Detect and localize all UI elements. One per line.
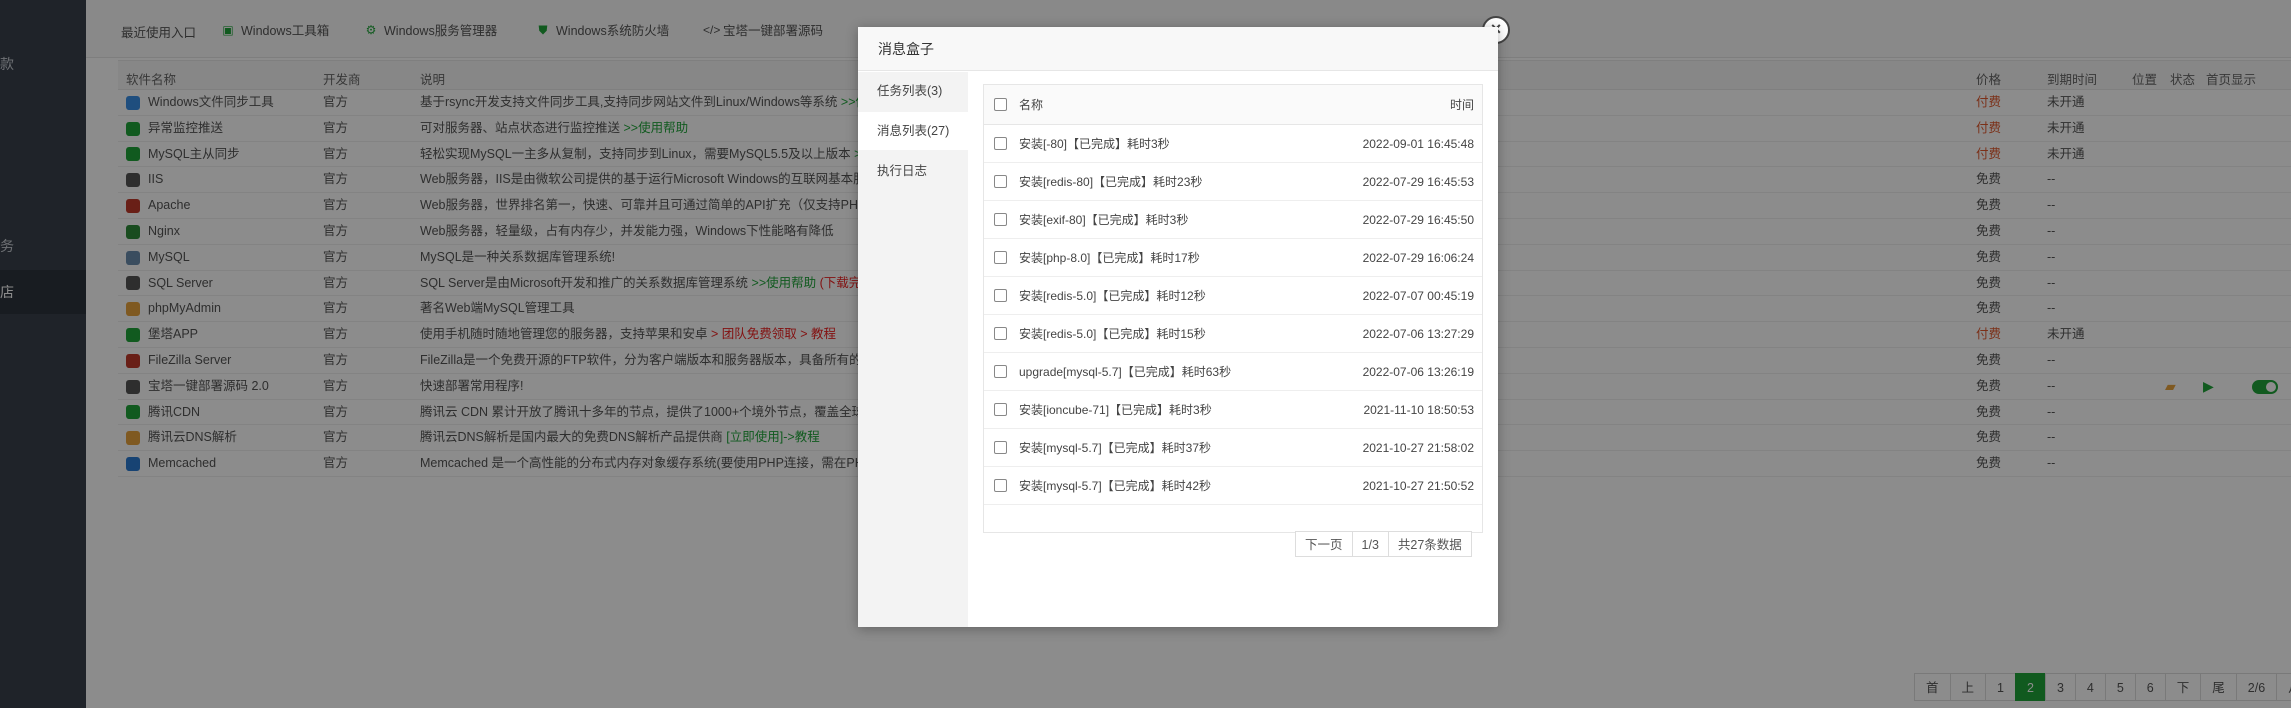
message-box-dialog: 消息盒子 任务列表(3) 消息列表(27) 执行日志 名称 时间 安装[-80]… — [858, 27, 1498, 627]
message-row[interactable]: 安装[php-8.0]【已完成】耗时17秒 2022-07-29 16:06:24 — [984, 239, 1482, 277]
message-time: 2022-07-29 16:45:53 — [1362, 175, 1474, 189]
message-row[interactable]: 安装[redis-5.0]【已完成】耗时15秒 2022-07-06 13:27:… — [984, 315, 1482, 353]
message-table: 名称 时间 安装[-80]【已完成】耗时3秒 2022-09-01 16:45:4… — [983, 84, 1483, 533]
dialog-total-count: 共27条数据 — [1387, 531, 1472, 557]
message-name: 安装[redis-80]【已完成】耗时23秒 — [1019, 175, 1203, 189]
column-name: 名称 — [1019, 98, 1044, 112]
dialog-title: 消息盒子 — [858, 27, 1498, 71]
message-time: 2022-07-06 13:26:19 — [1362, 365, 1474, 379]
message-row[interactable]: 安装[exif-80]【已完成】耗时3秒 2022-07-29 16:45:50 — [984, 201, 1482, 239]
message-time: 2022-07-29 16:45:50 — [1362, 213, 1474, 227]
message-name: 安装[redis-5.0]【已完成】耗时15秒 — [1019, 327, 1206, 341]
select-all-checkbox[interactable] — [994, 98, 1007, 111]
row-checkbox[interactable] — [994, 327, 1007, 340]
message-time: 2022-07-06 13:27:29 — [1362, 327, 1474, 341]
message-time: 2021-11-10 18:50:53 — [1363, 403, 1474, 417]
message-name: 安装[php-8.0]【已完成】耗时17秒 — [1019, 251, 1200, 265]
message-time: 2021-10-27 21:58:02 — [1362, 441, 1474, 455]
message-name: 安装[mysql-5.7]【已完成】耗时42秒 — [1019, 479, 1212, 493]
message-row[interactable]: 安装[mysql-5.7]【已完成】耗时37秒 2021-10-27 21:58:… — [984, 429, 1482, 467]
message-name: 安装[-80]【已完成】耗时3秒 — [1019, 137, 1170, 151]
message-name: 安装[mysql-5.7]【已完成】耗时37秒 — [1019, 441, 1212, 455]
message-name: 安装[ioncube-71]【已完成】耗时3秒 — [1019, 403, 1212, 417]
message-table-header: 名称 时间 — [984, 85, 1482, 125]
column-time: 时间 — [1449, 98, 1474, 112]
message-name: 安装[redis-5.0]【已完成】耗时12秒 — [1019, 289, 1206, 303]
row-checkbox[interactable] — [994, 251, 1007, 264]
row-checkbox[interactable] — [994, 289, 1007, 302]
message-row[interactable]: 安装[ioncube-71]【已完成】耗时3秒 2021-11-10 18:50:… — [984, 391, 1482, 429]
message-time: 2022-09-01 16:45:48 — [1362, 137, 1474, 151]
message-time: 2022-07-29 16:06:24 — [1362, 251, 1474, 265]
dialog-next-page-button[interactable]: 下一页 — [1295, 531, 1353, 557]
row-checkbox[interactable] — [994, 365, 1007, 378]
tab-task-list[interactable]: 任务列表(3) — [858, 72, 968, 110]
dialog-tabs: 任务列表(3) 消息列表(27) 执行日志 — [858, 72, 968, 627]
message-time: 2022-07-07 00:45:19 — [1362, 289, 1474, 303]
row-checkbox[interactable] — [994, 403, 1007, 416]
row-checkbox[interactable] — [994, 175, 1007, 188]
tab-message-list[interactable]: 消息列表(27) — [858, 112, 968, 150]
message-row[interactable]: 安装[redis-80]【已完成】耗时23秒 2022-07-29 16:45:5… — [984, 163, 1482, 201]
row-checkbox[interactable] — [994, 441, 1007, 454]
message-row[interactable]: 安装[redis-5.0]【已完成】耗时12秒 2022-07-07 00:45:… — [984, 277, 1482, 315]
message-row[interactable]: upgrade[mysql-5.7]【已完成】耗时63秒 2022-07-06 1… — [984, 353, 1482, 391]
tab-exec-log[interactable]: 执行日志 — [858, 152, 968, 190]
row-checkbox[interactable] — [994, 137, 1007, 150]
dialog-page-indicator: 1/3 — [1351, 531, 1389, 557]
row-checkbox[interactable] — [994, 213, 1007, 226]
message-name: 安装[exif-80]【已完成】耗时3秒 — [1019, 213, 1189, 227]
row-checkbox[interactable] — [994, 479, 1007, 492]
dialog-pagination: 下一页 1/3 共27条数据 — [1295, 531, 1472, 557]
message-time: 2021-10-27 21:50:52 — [1362, 479, 1474, 493]
message-row[interactable]: 安装[mysql-5.7]【已完成】耗时42秒 2021-10-27 21:50:… — [984, 467, 1482, 505]
message-row[interactable]: 安装[-80]【已完成】耗时3秒 2022-09-01 16:45:48 — [984, 125, 1482, 163]
message-name: upgrade[mysql-5.7]【已完成】耗时63秒 — [1019, 365, 1232, 379]
